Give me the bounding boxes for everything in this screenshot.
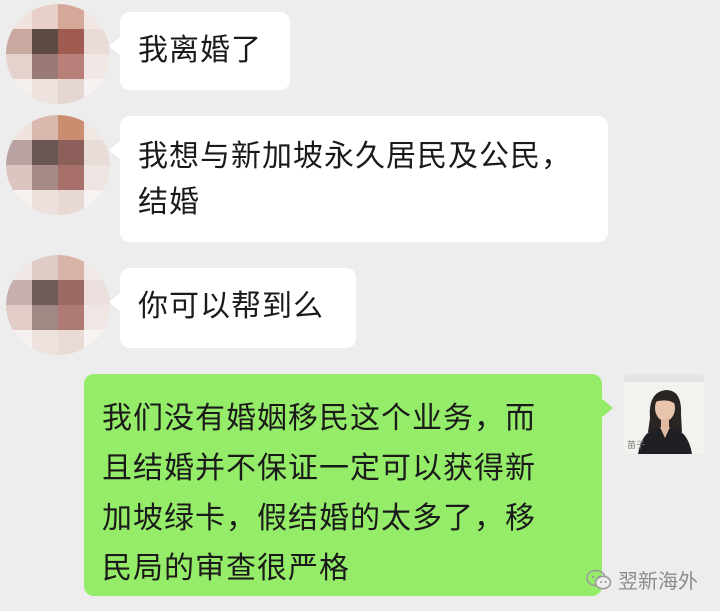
contact-avatar[interactable] bbox=[6, 255, 110, 355]
avatar-mosaic-tile bbox=[84, 305, 110, 330]
avatar-mosaic-tile bbox=[6, 4, 32, 29]
avatar-mosaic-tile bbox=[6, 280, 32, 305]
avatar-mosaic-tile bbox=[32, 140, 58, 165]
avatar-mosaic-tile bbox=[84, 165, 110, 190]
message-text: 且结婚并不保证一定可以获得新 bbox=[102, 451, 536, 486]
avatar-mosaic-tile bbox=[58, 330, 84, 355]
avatar-mosaic-tile bbox=[58, 29, 84, 54]
avatar-mosaic-tile bbox=[32, 190, 58, 215]
message-text: 民局的审查很严格 bbox=[102, 551, 350, 586]
avatar-mosaic-tile bbox=[6, 79, 32, 104]
avatar-mosaic-tile bbox=[32, 165, 58, 190]
avatar-mosaic-tile bbox=[58, 54, 84, 79]
avatar-mosaic-tile bbox=[32, 4, 58, 29]
avatar-mosaic-tile bbox=[84, 79, 110, 104]
contact-avatar[interactable] bbox=[6, 4, 110, 104]
avatar-mosaic-tile bbox=[84, 4, 110, 29]
message-text: 加坡绿卡，假结婚的太多了，移 bbox=[102, 501, 536, 536]
avatar-mosaic-tile bbox=[58, 255, 84, 280]
avatar-mosaic-tile bbox=[84, 280, 110, 305]
avatar-mosaic-tile bbox=[6, 54, 32, 79]
avatar-mosaic-tile bbox=[32, 79, 58, 104]
avatar-mosaic-tile bbox=[58, 165, 84, 190]
avatar-mosaic-tile bbox=[58, 140, 84, 165]
wechat-channel-icon bbox=[586, 569, 612, 589]
avatar-mosaic-tile bbox=[58, 115, 84, 140]
avatar-mosaic-tile bbox=[58, 305, 84, 330]
avatar-mosaic-tile bbox=[84, 54, 110, 79]
avatar-mosaic-tile bbox=[58, 280, 84, 305]
message-text: 结婚 bbox=[138, 185, 200, 220]
self-avatar[interactable]: 苗子 bbox=[624, 374, 704, 454]
avatar-mosaic-tile bbox=[58, 190, 84, 215]
message-text: 你可以帮到么 bbox=[138, 289, 324, 324]
avatar-mosaic-tile bbox=[84, 255, 110, 280]
avatar-mosaic-tile bbox=[32, 330, 58, 355]
watermark: 翌新海外 bbox=[586, 565, 698, 594]
avatar-mosaic-tile bbox=[6, 140, 32, 165]
avatar-mosaic-tile bbox=[58, 79, 84, 104]
avatar-mosaic-tile bbox=[6, 305, 32, 330]
incoming-message-bubble[interactable]: 你可以帮到么 bbox=[109, 268, 356, 348]
avatar-mosaic-tile bbox=[32, 54, 58, 79]
avatar-mosaic-tile bbox=[6, 115, 32, 140]
avatar-mosaic-tile bbox=[32, 280, 58, 305]
avatar-mosaic-tile bbox=[6, 330, 32, 355]
watermark-text: 翌新海外 bbox=[618, 569, 698, 593]
incoming-message-bubble[interactable]: 我想与新加坡永久居民及公民， 结婚 bbox=[109, 116, 608, 242]
avatar-mosaic-tile bbox=[32, 29, 58, 54]
avatar-mosaic-tile bbox=[32, 255, 58, 280]
avatar-mosaic-tile bbox=[84, 29, 110, 54]
avatar-mosaic-tile bbox=[84, 330, 110, 355]
avatar-mosaic-tile bbox=[84, 190, 110, 215]
avatar-mosaic-tile bbox=[58, 4, 84, 29]
avatar-mosaic-tile bbox=[6, 190, 32, 215]
outgoing-message-bubble[interactable]: 我们没有婚姻移民这个业务，而 且结婚并不保证一定可以获得新 加坡绿卡，假结婚的太… bbox=[84, 374, 613, 596]
avatar-mosaic-tile bbox=[32, 115, 58, 140]
avatar-mosaic-tile bbox=[6, 165, 32, 190]
avatar-mosaic-tile bbox=[6, 29, 32, 54]
incoming-message-bubble[interactable]: 我离婚了 bbox=[109, 12, 290, 90]
avatar-mosaic-tile bbox=[32, 305, 58, 330]
photo-caption: 苗子 bbox=[627, 441, 646, 451]
message-text: 我离婚了 bbox=[138, 33, 262, 68]
avatar-mosaic-tile bbox=[84, 115, 110, 140]
contact-avatar[interactable] bbox=[6, 115, 110, 215]
message-text: 我们没有婚姻移民这个业务，而 bbox=[102, 401, 536, 436]
avatar-mosaic-tile bbox=[84, 140, 110, 165]
message-text: 我想与新加坡永久居民及公民， bbox=[138, 139, 572, 174]
avatar-mosaic-tile bbox=[6, 255, 32, 280]
